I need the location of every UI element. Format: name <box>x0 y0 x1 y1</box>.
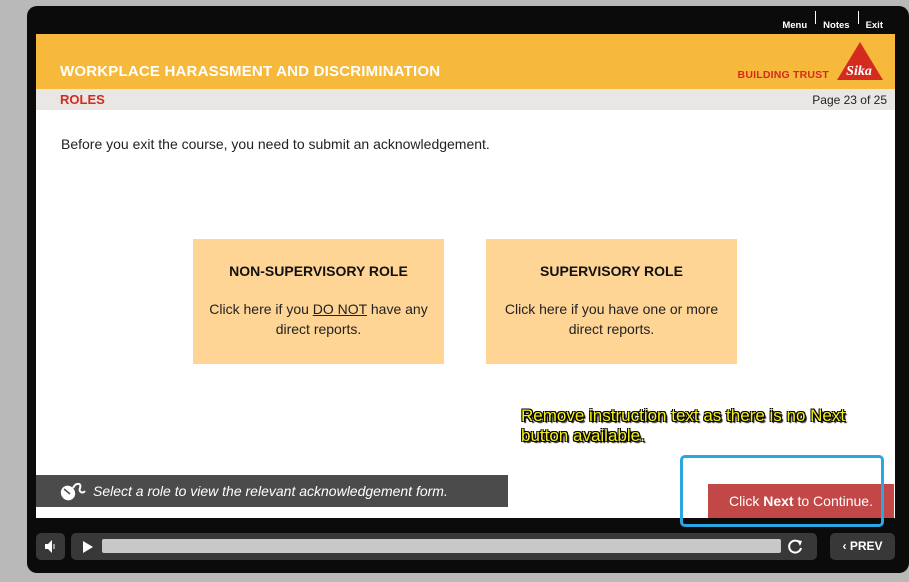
non-supervisory-role-button[interactable]: NON-SUPERVISORY ROLE Click here if you D… <box>193 239 444 364</box>
progress-track[interactable] <box>102 539 781 553</box>
play-icon[interactable] <box>83 541 93 553</box>
review-note: Remove instruction text as there is no N… <box>521 406 846 445</box>
intro-text: Before you exit the course, you need to … <box>61 136 490 152</box>
instruction-text: Select a role to view the relevant ackno… <box>93 483 448 499</box>
volume-button[interactable] <box>36 533 65 560</box>
notes-link[interactable]: Notes <box>815 11 857 31</box>
card-text: Click here if you DO NOT have any direct… <box>209 299 429 339</box>
header-banner: WORKPLACE HARASSMENT AND DISCRIMINATION … <box>36 34 895 89</box>
brand-tagline: BUILDING TRUST <box>737 69 829 81</box>
prev-button[interactable]: ‹ PREV <box>830 533 895 560</box>
section-title: ROLES <box>60 92 105 107</box>
card-text-pre: Click here if you <box>209 301 313 317</box>
card-title: SUPERVISORY ROLE <box>540 263 683 279</box>
exit-link[interactable]: Exit <box>857 11 891 31</box>
menu-link[interactable]: Menu <box>774 13 815 31</box>
review-highlight-box <box>680 455 884 527</box>
top-nav: Menu Notes Exit <box>774 11 891 31</box>
supervisory-role-button[interactable]: SUPERVISORY ROLE Click here if you have … <box>486 239 737 364</box>
card-title: NON-SUPERVISORY ROLE <box>229 263 408 279</box>
card-text-emphasis: DO NOT <box>312 301 367 317</box>
instruction-bar: Select a role to view the relevant ackno… <box>36 475 508 507</box>
slide: WORKPLACE HARASSMENT AND DISCRIMINATION … <box>36 34 895 518</box>
mouse-icon <box>60 482 86 501</box>
card-text: Click here if you have one or more direc… <box>504 301 719 337</box>
replay-icon[interactable] <box>787 538 804 555</box>
playback-bar <box>71 533 817 560</box>
course-title: WORKPLACE HARASSMENT AND DISCRIMINATION <box>60 63 441 80</box>
speaker-icon <box>45 540 55 553</box>
section-bar: ROLES Page 23 of 25 <box>36 89 895 110</box>
prev-label: PREV <box>849 539 883 553</box>
page-indicator: Page 23 of 25 <box>812 93 887 107</box>
chevron-left-icon: ‹ <box>842 539 850 553</box>
sika-logo: Sika <box>837 42 883 80</box>
logo-text: Sika <box>846 64 872 79</box>
